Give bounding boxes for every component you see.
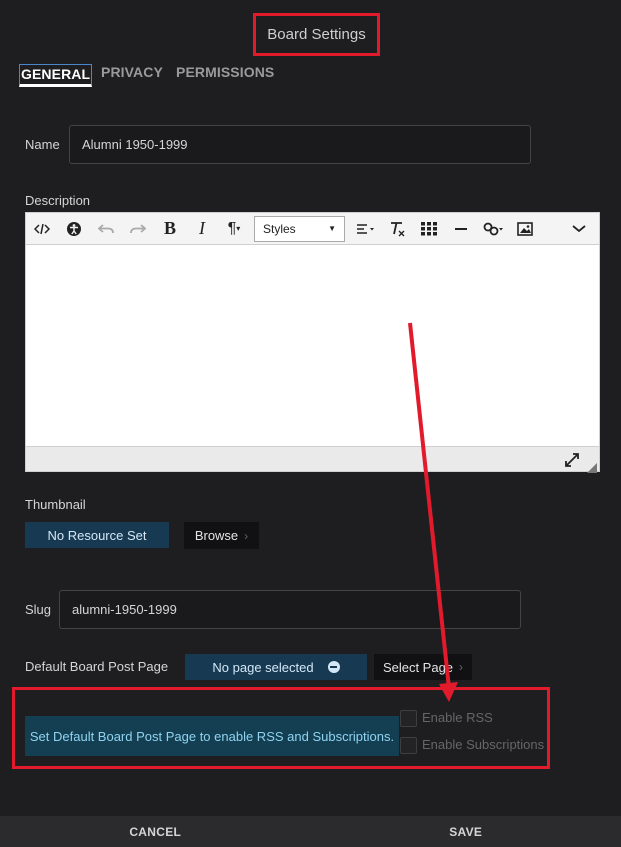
name-input[interactable]: Alumni 1950-1999 <box>69 125 531 164</box>
thumbnail-resource: No Resource Set <box>25 522 169 548</box>
editor-statusbar <box>25 446 600 473</box>
rss-annotation-box <box>12 687 550 769</box>
chevron-down-icon: ▼ <box>328 224 336 233</box>
paragraph-icon[interactable]: ¶ ▾ <box>218 215 250 243</box>
slug-input[interactable]: alumni-1950-1999 <box>59 590 521 629</box>
redo-icon[interactable] <box>122 215 154 243</box>
clear-selection-icon[interactable] <box>327 661 340 673</box>
resize-handle-icon[interactable] <box>587 460 597 478</box>
image-icon[interactable] <box>509 215 541 243</box>
table-icon[interactable] <box>413 215 445 243</box>
default-page-label: Default Board Post Page <box>25 659 169 674</box>
select-page-button[interactable]: Select Page › <box>374 654 472 680</box>
italic-icon[interactable]: I <box>186 215 218 243</box>
description-editor[interactable] <box>25 245 600 446</box>
save-button[interactable]: SAVE <box>311 816 621 847</box>
styles-dropdown-label: Styles <box>263 221 296 236</box>
description-label: Description <box>25 193 91 208</box>
name-label: Name <box>25 137 60 152</box>
select-page-button-label: Select Page <box>382 659 454 675</box>
browse-button-label: Browse <box>194 528 239 543</box>
tab-permissions[interactable]: PERMISSIONS <box>176 64 274 80</box>
chevron-right-icon: › <box>459 660 464 674</box>
chevron-right-icon: › <box>244 528 249 543</box>
slug-label: Slug <box>25 602 52 617</box>
default-page-value: No page selected <box>185 654 367 680</box>
link-icon[interactable] <box>477 215 509 243</box>
browse-button[interactable]: Browse › <box>184 522 259 549</box>
fullscreen-icon[interactable] <box>565 453 579 472</box>
horizontal-rule-icon[interactable] <box>445 215 477 243</box>
bold-icon[interactable]: B <box>154 215 186 243</box>
source-code-icon[interactable] <box>26 215 58 243</box>
undo-icon[interactable] <box>90 215 122 243</box>
align-icon[interactable] <box>349 215 381 243</box>
cancel-button[interactable]: CANCEL <box>0 816 311 847</box>
footer: CANCEL SAVE <box>0 816 621 847</box>
editor-toolbar: B I ¶ ▾ Styles ▼ <box>25 212 600 245</box>
default-page-value-text: No page selected <box>212 659 314 675</box>
clear-format-icon[interactable] <box>381 215 413 243</box>
accessibility-icon[interactable] <box>58 215 90 243</box>
styles-dropdown[interactable]: Styles ▼ <box>254 215 345 242</box>
title-annotation-box <box>253 13 380 56</box>
tab-general[interactable]: GENERAL <box>19 64 93 87</box>
expand-toolbar-icon[interactable] <box>563 215 595 243</box>
thumbnail-label: Thumbnail <box>25 497 86 512</box>
tab-privacy[interactable]: PRIVACY <box>101 64 163 80</box>
